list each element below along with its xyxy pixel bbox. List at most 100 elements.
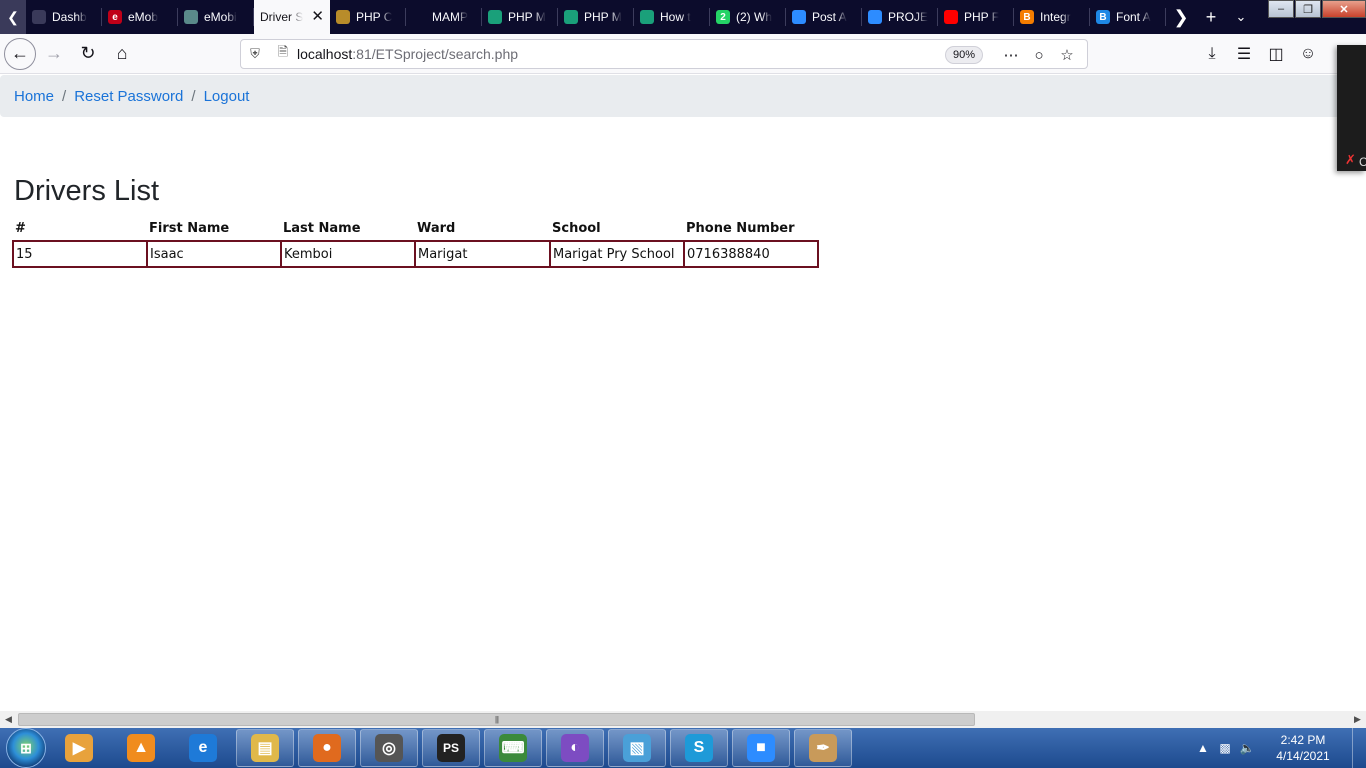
taskbar-app-button[interactable]: ▶ [50, 729, 108, 767]
volume-icon[interactable]: 🔈 [1236, 741, 1258, 755]
scroll-left-arrow-icon[interactable]: ◀ [0, 711, 17, 728]
breadcrumb-separator: / [191, 87, 196, 105]
browser-tab[interactable]: Driver S ✕ [254, 0, 330, 34]
taskbar-app-button[interactable]: ⌨ [484, 729, 542, 767]
browser-tab[interactable]: Post A [786, 0, 862, 34]
taskbar-app-button[interactable]: e [174, 729, 232, 767]
browser-tab[interactable]: B Font A [1090, 0, 1166, 34]
tab-label: Dashb [52, 10, 87, 24]
column-header-ward: Ward [417, 220, 456, 236]
muted-microphone-icon[interactable]: ✗ [1345, 152, 1356, 168]
taskbar-app-button[interactable]: PS [422, 729, 480, 767]
address-bar[interactable]: ⛨ 🗎 localhost:81/ETSproject/search.php 9… [240, 39, 1088, 69]
browser-tab[interactable]: How t [634, 0, 710, 34]
column-header-first-name: First Name [149, 220, 230, 236]
taskbar-app-button[interactable]: ■ [732, 729, 790, 767]
reload-button[interactable]: ↻ [72, 38, 104, 70]
browser-tab[interactable]: eMobi [178, 0, 254, 34]
new-tab-button[interactable]: + [1196, 0, 1226, 34]
taskbar-app-button[interactable]: ◎ [360, 729, 418, 767]
minimize-button[interactable]: – [1268, 0, 1294, 18]
browser-tab[interactable]: B Integr [1014, 0, 1090, 34]
mamp-icon [412, 10, 426, 24]
close-tab-icon[interactable]: ✕ [311, 9, 324, 24]
bookmark-star-icon[interactable]: ☆ [1053, 43, 1081, 67]
browser-tab[interactable]: PHP M [558, 0, 634, 34]
meeting-overlay-panel[interactable]: ✗ C [1337, 45, 1366, 171]
taskbar-app-button[interactable]: ▧ [608, 729, 666, 767]
tab-scroll-right-button[interactable]: ❯ [1166, 0, 1196, 34]
tab-label: How t [660, 10, 691, 24]
library-icon[interactable]: ☰ [1228, 38, 1260, 70]
home-button[interactable]: ⌂ [106, 38, 138, 70]
zoom-indicator[interactable]: 90% [944, 46, 983, 64]
taskbar-app-button[interactable]: ● [298, 729, 356, 767]
browser-tab[interactable]: e eMob [102, 0, 178, 34]
downloads-icon[interactable]: ⤓ [1196, 38, 1228, 70]
sidebar-icon[interactable]: ◫ [1260, 38, 1292, 70]
browser-tab[interactable]: PHP C [330, 0, 406, 34]
network-icon[interactable]: ▩ [1214, 741, 1236, 755]
forward-button[interactable]: → [38, 38, 70, 70]
start-button[interactable]: ⊞ [6, 728, 46, 768]
breadcrumb-logout-link[interactable]: Logout [204, 88, 250, 105]
browser-tab[interactable]: 2 (2) Wh [710, 0, 786, 34]
reload-icon: ↻ [80, 43, 96, 63]
show-hidden-icons-icon[interactable]: ▲ [1192, 741, 1214, 755]
clock[interactable]: 2:42 PM 4/14/2021 [1258, 732, 1348, 764]
close-window-button[interactable]: ✕ [1322, 0, 1366, 18]
url-text[interactable]: localhost:81/ETSproject/search.php [297, 46, 518, 62]
back-button[interactable]: ← [4, 37, 36, 70]
cell-first-name: Isaac [146, 240, 282, 268]
browser-tab[interactable]: MAMP [406, 0, 482, 34]
browser-tab[interactable]: PHP M [482, 0, 558, 34]
account-icon[interactable]: ☺ [1292, 38, 1324, 70]
emobilis-icon: e [108, 10, 122, 24]
tab-label: PHP M [508, 10, 546, 24]
breadcrumb-reset-password-link[interactable]: Reset Password [74, 88, 183, 105]
url-actions: ⋯ ○ ☆ [997, 43, 1081, 67]
show-desktop-button[interactable] [1352, 728, 1366, 768]
zoom-icon: ■ [747, 734, 775, 762]
table-row: 15 Isaac Kemboi Marigat Marigat Pry Scho… [12, 240, 819, 268]
browser-tab[interactable]: Dashb [26, 0, 102, 34]
navigation-toolbar: ← → ↻ ⌂ ⛨ 🗎 localhost:81/ETSproject/sear… [0, 34, 1366, 74]
notepad-icon: ▧ [623, 734, 651, 762]
shield-icon[interactable]: ⛨ [241, 46, 269, 62]
maximize-button[interactable]: ❐ [1295, 0, 1321, 18]
udemy-icon [640, 10, 654, 24]
paint-icon: ✒ [809, 734, 837, 762]
pocket-icon[interactable]: ○ [1025, 43, 1053, 67]
youtube-icon [944, 10, 958, 24]
browser-tab[interactable]: PROJE [862, 0, 938, 34]
scrollbar-thumb[interactable]: ||| [18, 713, 975, 726]
list-all-tabs-button[interactable]: ⌄ [1226, 0, 1256, 34]
cell-number: 15 [12, 240, 148, 268]
url-host: localhost [297, 46, 353, 62]
tab-scroll-left-button[interactable]: ❮ [0, 0, 26, 34]
skype-icon: S [685, 734, 713, 762]
restore-icon: ❐ [1303, 3, 1313, 16]
browser-tab[interactable]: PHP F [938, 0, 1014, 34]
taskbar-app-button[interactable]: ▲ [112, 729, 170, 767]
emobilis-alt-icon [184, 10, 198, 24]
scroll-right-arrow-icon[interactable]: ▶ [1349, 711, 1366, 728]
breadcrumb-home-link[interactable]: Home [14, 88, 54, 105]
firefox-icon: ● [313, 734, 341, 762]
tab-label: PHP F [964, 10, 1000, 24]
taskbar-app-button[interactable]: S [670, 729, 728, 767]
page-actions-icon[interactable]: ⋯ [997, 43, 1025, 67]
tab-label: eMob [128, 10, 159, 24]
system-tray: ▲ ▩ 🔈 2:42 PM 4/14/2021 [1192, 728, 1366, 768]
breadcrumb-separator: / [62, 87, 67, 105]
tor-icon: ◐ [561, 734, 589, 762]
internet-explorer-icon: e [189, 734, 217, 762]
taskbar-app-button[interactable]: ◐ [546, 729, 604, 767]
taskbar-app-button[interactable]: ✒ [794, 729, 852, 767]
chevron-right-icon: ❯ [1173, 6, 1189, 27]
page-info-icon[interactable]: 🗎 [269, 43, 297, 65]
column-header-school: School [552, 220, 601, 236]
taskbar-app-button[interactable]: ▤ [236, 729, 294, 767]
horizontal-scrollbar[interactable]: ◀ ||| ▶ [0, 711, 1366, 728]
tab-label: PHP M [584, 10, 622, 24]
